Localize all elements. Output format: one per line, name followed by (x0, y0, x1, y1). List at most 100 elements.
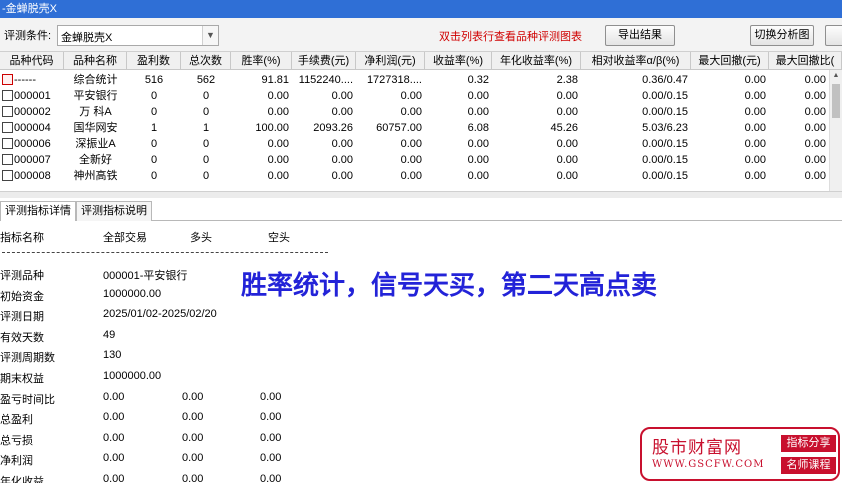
detail-value-v2: 0.00 (182, 390, 204, 403)
column-header[interactable]: 品种代码 (0, 52, 64, 70)
table-cell-total: 562 (196, 74, 216, 86)
table-cell-yield: 0.00 (467, 154, 489, 166)
table-cell-code: 000001 (14, 90, 51, 102)
table-cell-win: 0 (150, 138, 158, 150)
detail-value-v3: 0.00 (260, 452, 282, 465)
detail-value-v2: 0.00 (182, 452, 204, 465)
table-row[interactable]: ------ 综合统计 516 562 91.81 1152240.... 1727318.… (0, 72, 842, 88)
scroll-thumb[interactable] (832, 84, 840, 118)
switch-chart-button[interactable]: 切换分析图 (750, 25, 814, 46)
table-cell-drawdown_ratio: 0.00 (804, 170, 826, 182)
table-cell-total: 0 (202, 170, 210, 182)
table-cell-profit: 0.00 (400, 170, 422, 182)
table-cell-drawdown: 0.00 (744, 154, 766, 166)
column-header[interactable]: 净利润(元) (356, 52, 425, 70)
detail-value-v3: 0.00 (260, 473, 282, 483)
column-header[interactable]: 相对收益率α/β(%) (581, 52, 691, 70)
detail-label: 年化收益 (0, 476, 44, 483)
table-cell-rate: 100.00 (255, 122, 289, 134)
table-row[interactable]: 000004 国华网安 1 1 100.00 2093.26 60757.00 6.08 45.… (0, 120, 842, 136)
table-cell-code: 000006 (14, 138, 51, 150)
window-title: -金蝉脱壳X (0, 0, 842, 18)
column-header[interactable]: 最大回撤比( (769, 52, 842, 70)
export-button[interactable]: 导出结果 (605, 25, 675, 46)
column-header[interactable]: 盈利数 (127, 52, 181, 70)
table-cell-win: 0 (150, 154, 158, 166)
results-table: 品种代码 品种名称 盈利数 总次数 胜率(%) 手续费(元) 净利润(元) 收益率(%) 年化收… (0, 52, 842, 191)
table-cell-win: 516 (144, 74, 164, 86)
table-cell-drawdown_ratio: 0.00 (804, 74, 826, 86)
extra-button[interactable] (825, 25, 842, 46)
table-cell-total: 0 (202, 106, 210, 118)
table-cell-drawdown: 0.00 (744, 90, 766, 102)
column-header[interactable]: 总次数 (181, 52, 231, 70)
table-cell-relative: 0.00/0.15 (642, 154, 688, 166)
table-row[interactable]: 000002 万 科A 0 0 0.00 0.00 0.00 0.00 0.00 0.00/0.1… (0, 104, 842, 120)
table-row[interactable]: 000007 全新好 0 0 0.00 0.00 0.00 0.00 0.00 0.00/0.15… (0, 152, 842, 168)
detail-value-v1: 130 (103, 349, 122, 362)
scroll-up-icon[interactable]: ▲ (830, 70, 842, 82)
table-cell-fee: 2093.26 (313, 122, 353, 134)
detail-label: 盈亏时间比 (0, 393, 55, 406)
table-cell-profit: 60757.00 (376, 122, 422, 134)
detail-value-v1: 1000000.00 (103, 370, 162, 382)
table-row[interactable]: 000006 深振业A 0 0 0.00 0.00 0.00 0.00 0.00 0.00/0.1… (0, 136, 842, 152)
table-cell-drawdown: 0.00 (744, 74, 766, 86)
tab-metric-details[interactable]: 评测指标详情 (0, 201, 76, 221)
detail-tabs: 评测指标详情 评测指标说明 (0, 198, 842, 221)
table-cell-drawdown_ratio: 0.00 (804, 138, 826, 150)
detail-label: 评测周期数 (0, 352, 55, 365)
detail-value-v1: 0.00 (103, 473, 125, 483)
detail-label: 评测日期 (0, 311, 44, 324)
table-cell-profit: 0.00 (400, 138, 422, 150)
detail-value-v1: 49 (103, 328, 116, 341)
chevron-down-icon[interactable]: ▼ (202, 26, 218, 45)
table-cell-name: 神州高铁 (73, 170, 118, 182)
detail-header-long: 多头 (190, 232, 212, 244)
table-cell-annual: 0.00 (556, 90, 578, 102)
tab-metric-description[interactable]: 评测指标说明 (76, 201, 152, 221)
column-header[interactable]: 手续费(元) (292, 52, 356, 70)
detail-value-v1: 000001-平安银行 (103, 270, 188, 282)
table-cell-drawdown: 0.00 (744, 106, 766, 118)
column-header[interactable]: 品种名称 (64, 52, 127, 70)
table-cell-relative: 0.36/0.47 (642, 74, 688, 86)
table-cell-annual: 0.00 (556, 170, 578, 182)
detail-value-v3: 0.00 (260, 390, 282, 403)
detail-value-v2: 0.00 (182, 411, 204, 424)
table-cell-relative: 5.03/6.23 (642, 122, 688, 134)
table-cell-fee: 1152240.... (298, 74, 353, 86)
table-row[interactable]: 000008 神州高铁 0 0 0.00 0.00 0.00 0.00 0.00 0.00/0.1… (0, 168, 842, 184)
column-header[interactable]: 最大回撤(元) (691, 52, 769, 70)
condition-value: 金蝉脱壳X (61, 32, 113, 44)
vertical-scrollbar[interactable]: ▲ (829, 70, 842, 191)
column-header[interactable]: 收益率(%) (425, 52, 492, 70)
table-cell-name: 深振业A (75, 138, 116, 150)
toolbar: 评测条件: 金蝉脱壳X ▼ 双击列表行查看品种评测图表 导出结果 切换分析图 (0, 18, 842, 52)
table-row[interactable]: 000001 平安银行 0 0 0.00 0.00 0.00 0.00 0.00 0.00/0.1… (0, 88, 842, 104)
logo-tag-courses: 名师课程 (781, 457, 836, 474)
condition-select[interactable]: 金蝉脱壳X ▼ (57, 25, 219, 46)
detail-value-v1: 1000000.00 (103, 287, 162, 300)
table-cell-drawdown: 0.00 (744, 138, 766, 150)
table-cell-annual: 0.00 (556, 106, 578, 118)
column-header[interactable]: 年化收益率(%) (492, 52, 581, 70)
column-header[interactable]: 胜率(%) (231, 52, 292, 70)
table-cell-rate: 91.81 (261, 74, 289, 86)
detail-label: 净利润 (0, 455, 33, 468)
table-cell-total: 0 (202, 154, 210, 166)
table-cell-fee: 0.00 (331, 138, 353, 150)
table-cell-fee: 0.00 (331, 154, 353, 166)
splitter[interactable] (0, 191, 842, 198)
table-cell-yield: 0.00 (467, 170, 489, 182)
detail-value-v1: 0.00 (103, 452, 125, 465)
table-cell-win: 0 (150, 90, 158, 102)
logo-url: WWW.GSCFW.COM (652, 459, 765, 470)
table-cell-profit: 0.00 (400, 106, 422, 118)
table-cell-total: 1 (202, 122, 210, 134)
table-cell-code: 000008 (14, 170, 51, 182)
condition-label: 评测条件: (4, 30, 52, 42)
detail-header-name: 指标名称 (0, 232, 44, 244)
table-cell-name: 国华网安 (73, 122, 118, 134)
detail-label: 总盈利 (0, 414, 33, 427)
